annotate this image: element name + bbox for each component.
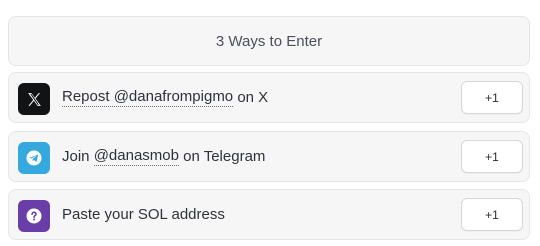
entry-label-x: Repost @danafrompigmo on X xyxy=(62,88,269,107)
ways-to-enter-header: 3 Ways to Enter xyxy=(8,16,530,66)
ways-to-enter-widget: 3 Ways to Enter Repost @danafrompigmo on… xyxy=(0,0,540,246)
entry-label-sol-address: Paste your SOL address xyxy=(62,206,225,223)
question-mark-icon xyxy=(18,200,50,232)
header-title: 3 Ways to Enter xyxy=(215,32,323,50)
entry-link-telegram[interactable]: @danasmob xyxy=(93,147,179,166)
plus-one-button-telegram[interactable]: +1 xyxy=(461,140,523,173)
plus-one-button-x[interactable]: +1 xyxy=(461,81,523,114)
x-logo-icon xyxy=(18,83,50,115)
telegram-icon xyxy=(18,142,50,174)
entry-row-sol-address[interactable]: Paste your SOL address +1 xyxy=(8,189,530,240)
entry-label-telegram: Join @danasmob on Telegram xyxy=(62,147,266,166)
entry-link-x[interactable]: Repost @danafrompigmo xyxy=(62,88,234,107)
plus-one-button-sol-address[interactable]: +1 xyxy=(461,198,523,231)
entry-row-telegram[interactable]: Join @danasmob on Telegram +1 xyxy=(8,131,530,182)
entry-row-x[interactable]: Repost @danafrompigmo on X +1 xyxy=(8,72,530,123)
